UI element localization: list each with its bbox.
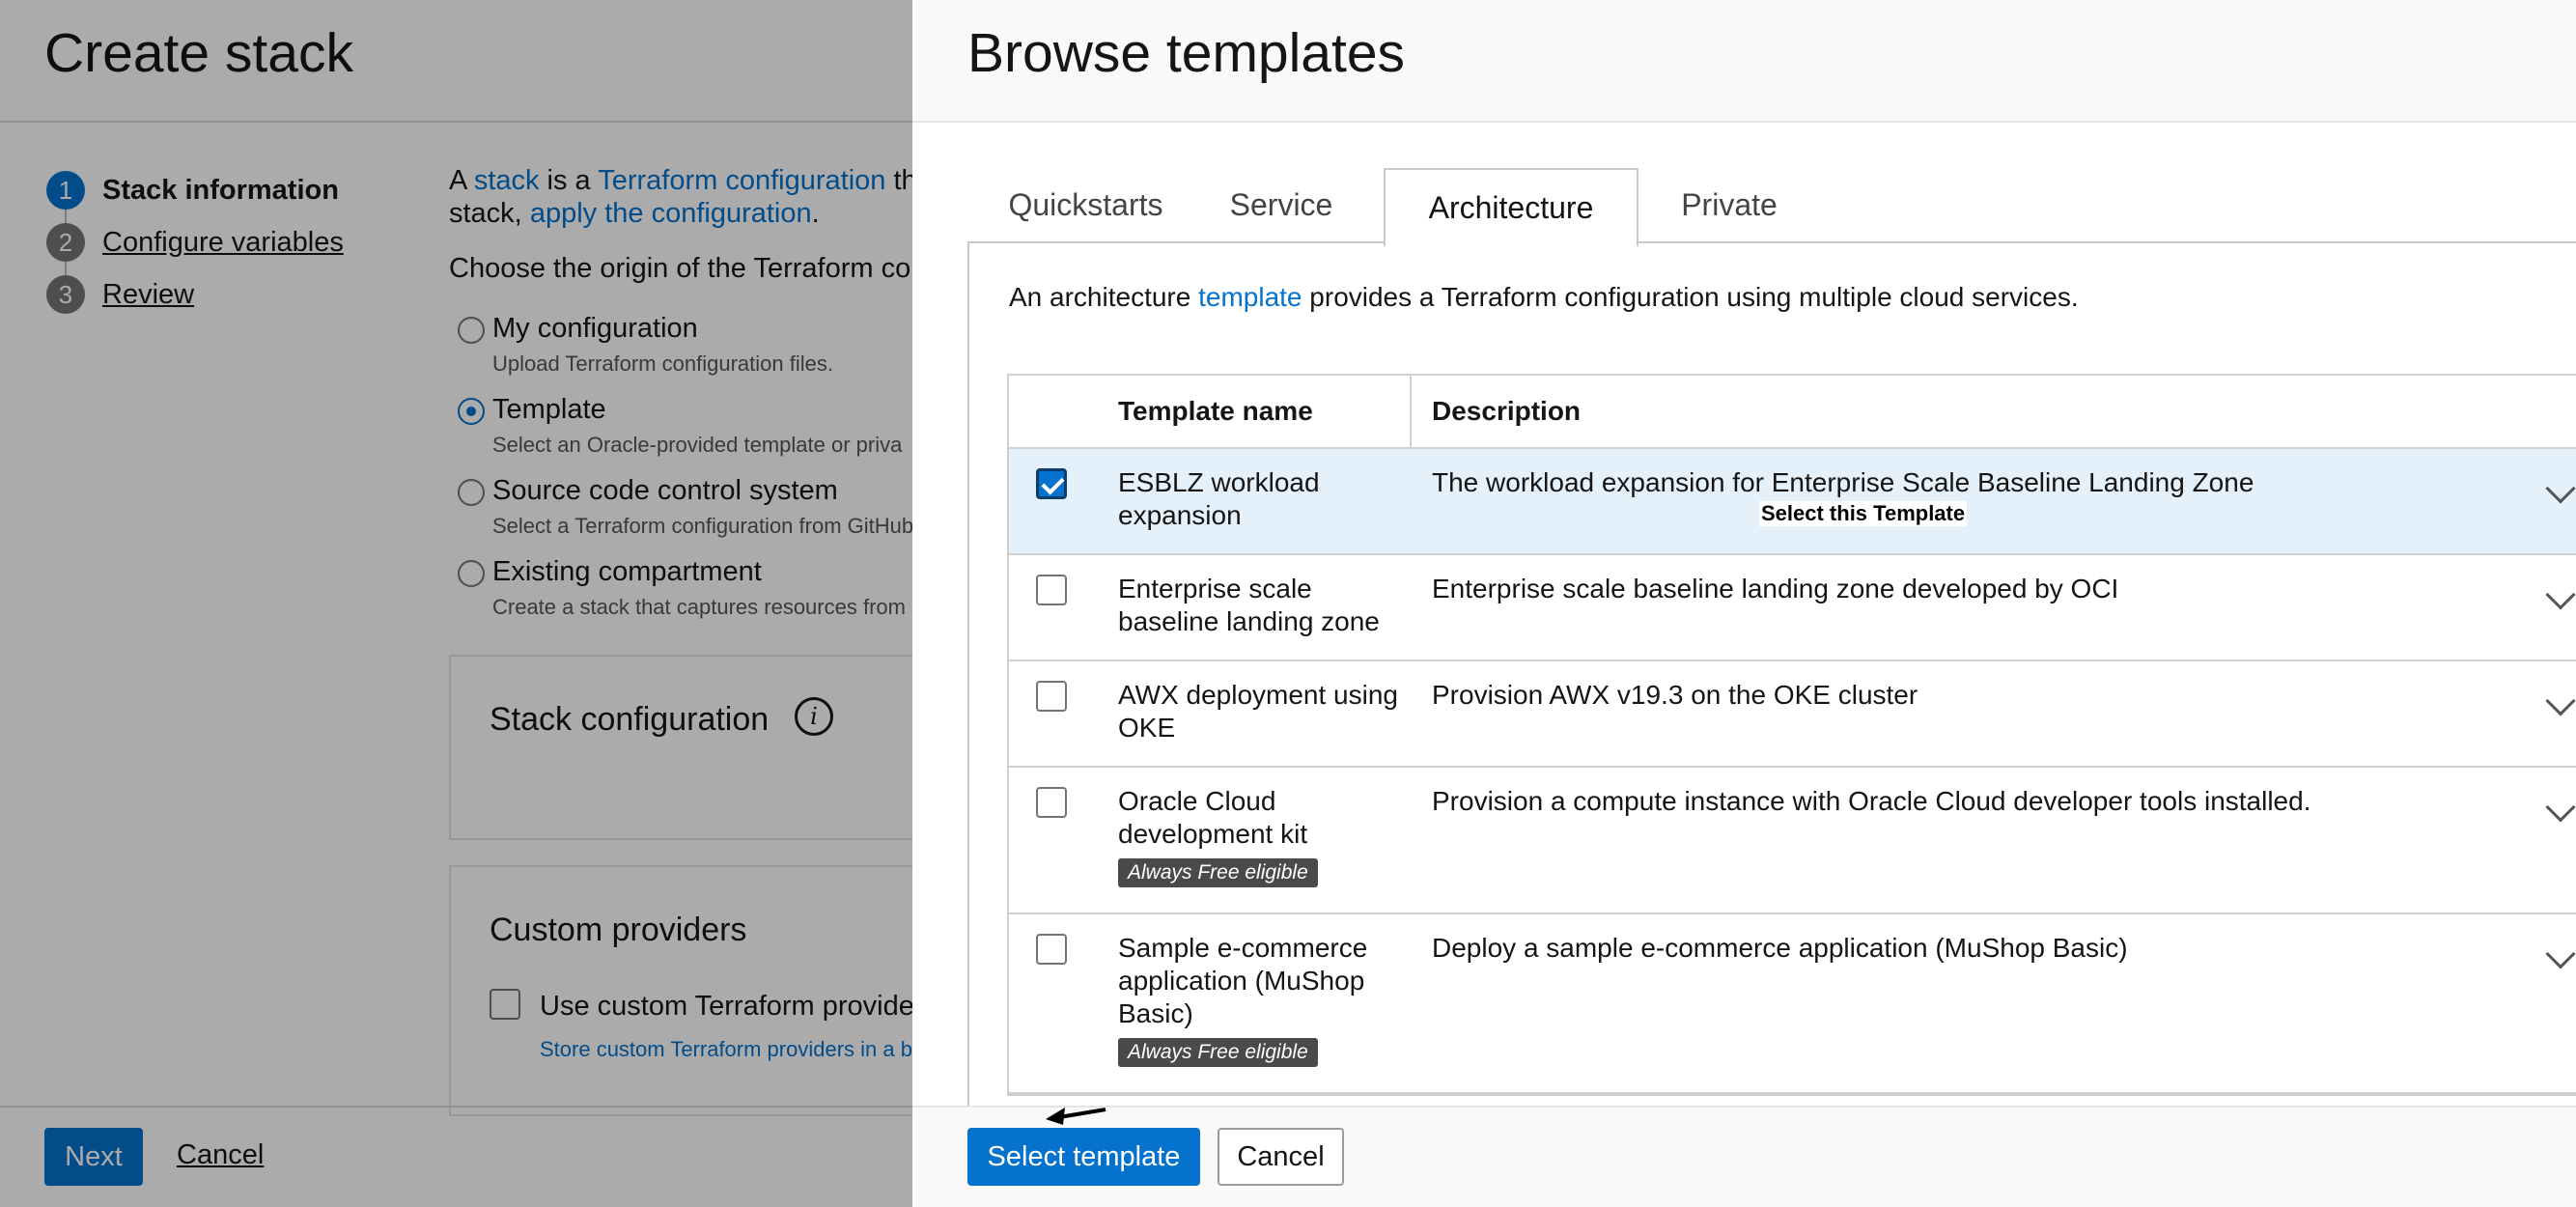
chevron-down-icon[interactable] bbox=[2545, 939, 2576, 969]
tab-service[interactable]: Service bbox=[1204, 166, 1358, 243]
template-description: Enterprise scale baseline landing zone d… bbox=[1432, 574, 2119, 604]
template-description: Provision AWX v19.3 on the OKE cluster bbox=[1432, 680, 1918, 710]
template-name: Enterprise scale baseline landing zone bbox=[1118, 574, 1380, 636]
chevron-down-icon[interactable] bbox=[2545, 579, 2576, 610]
table-row[interactable]: Oracle Cloud development kit Always Free… bbox=[1009, 768, 2576, 914]
template-name: ESBLZ workload expansion bbox=[1118, 467, 1320, 530]
row-checkbox[interactable] bbox=[1036, 934, 1067, 965]
template-description: The workload expansion for Enterprise Sc… bbox=[1432, 467, 2254, 497]
chevron-down-icon[interactable] bbox=[2545, 792, 2576, 823]
table-row[interactable]: AWX deployment using OKE Provision AWX v… bbox=[1009, 661, 2576, 768]
create-stack-page: Create stack 1 Stack information 2 Confi… bbox=[0, 0, 912, 1207]
tab-quickstarts[interactable]: Quickstarts bbox=[967, 166, 1204, 243]
select-template-button[interactable]: Select template bbox=[967, 1128, 1200, 1186]
panel-title: Browse templates bbox=[967, 22, 1406, 84]
template-name-cell: Oracle Cloud development kit Always Free… bbox=[1118, 785, 1398, 887]
template-description: Provision a compute instance with Oracle… bbox=[1432, 786, 2311, 816]
tab-private[interactable]: Private bbox=[1638, 166, 1820, 243]
row-checkbox[interactable] bbox=[1036, 681, 1067, 712]
templates-table: Template name Description ESBLZ workload… bbox=[1007, 374, 2576, 1096]
architecture-description: An architecture template provides a Terr… bbox=[1009, 282, 2079, 313]
tab-architecture[interactable]: Architecture bbox=[1384, 168, 1638, 247]
template-description: Deploy a sample e-commerce application (… bbox=[1432, 933, 2128, 963]
description-text: provides a Terraform configuration using… bbox=[1302, 282, 2079, 312]
column-divider bbox=[1410, 376, 1412, 447]
table-row[interactable]: Sample e-commerce application (MuShop Ba… bbox=[1009, 914, 2576, 1094]
panel-header: Browse templates bbox=[912, 0, 2576, 123]
chevron-down-icon[interactable] bbox=[2545, 686, 2576, 716]
select-template-tooltip: Select this Template bbox=[1759, 501, 1968, 526]
chevron-down-icon[interactable] bbox=[2545, 473, 2576, 504]
template-link[interactable]: template bbox=[1198, 282, 1302, 312]
template-name: Oracle Cloud development kit bbox=[1118, 786, 1308, 849]
description-text: An architecture bbox=[1009, 282, 1199, 312]
column-header-description[interactable]: Description bbox=[1432, 376, 1581, 447]
modal-overlay[interactable] bbox=[0, 0, 912, 1207]
table-header: Template name Description bbox=[1009, 376, 2576, 449]
table-row[interactable]: Enterprise scale baseline landing zone E… bbox=[1009, 555, 2576, 661]
row-checkbox[interactable] bbox=[1036, 468, 1067, 499]
column-header-template-name[interactable]: Template name bbox=[1118, 376, 1313, 447]
template-name-cell: Sample e-commerce application (MuShop Ba… bbox=[1118, 932, 1384, 1067]
template-name: AWX deployment using OKE bbox=[1118, 680, 1398, 743]
always-free-badge: Always Free eligible bbox=[1118, 858, 1318, 887]
template-tabs: Quickstarts Service Architecture Private bbox=[967, 166, 2576, 247]
always-free-badge: Always Free eligible bbox=[1118, 1038, 1318, 1067]
row-checkbox[interactable] bbox=[1036, 787, 1067, 818]
cancel-button[interactable]: Cancel bbox=[1218, 1128, 1344, 1186]
row-checkbox[interactable] bbox=[1036, 575, 1067, 605]
pointer-arrow-icon bbox=[1046, 1108, 1106, 1125]
template-name: Sample e-commerce application (MuShop Ba… bbox=[1118, 933, 1368, 1028]
browse-templates-panel: Browse templates Quickstarts Service Arc… bbox=[912, 0, 2576, 1207]
